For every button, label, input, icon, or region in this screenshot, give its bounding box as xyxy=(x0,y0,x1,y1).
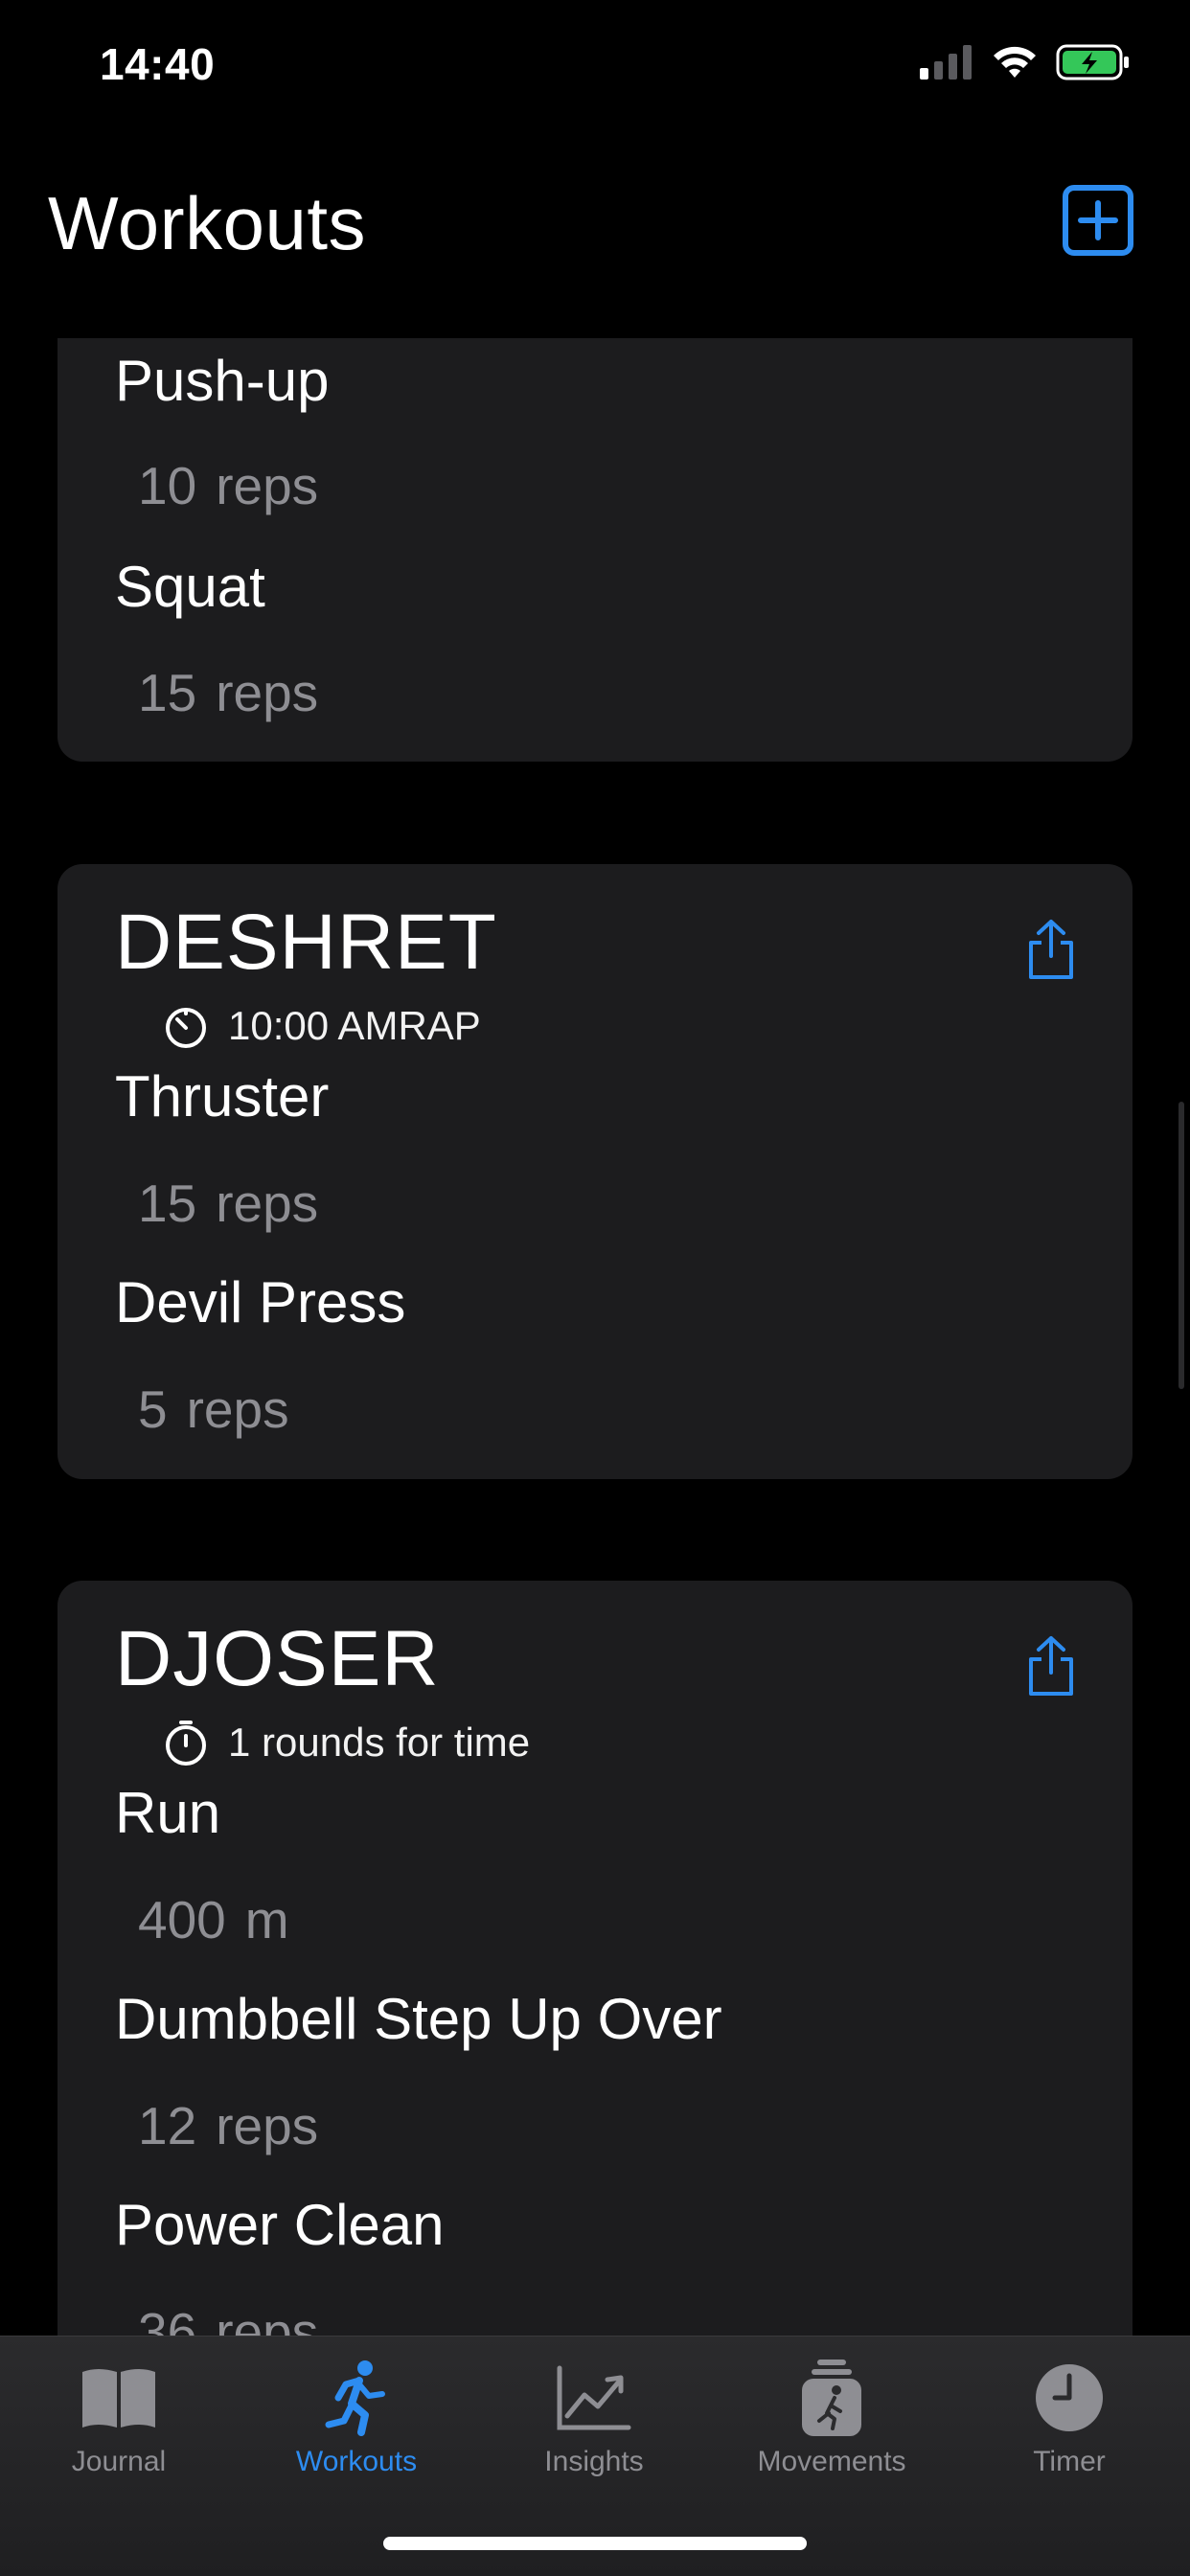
add-workout-button[interactable] xyxy=(1062,184,1134,257)
tab-label: Insights xyxy=(544,2446,644,2477)
home-indicator[interactable] xyxy=(383,2537,807,2550)
share-button[interactable] xyxy=(1023,918,1079,981)
cellular-signal-icon xyxy=(920,45,972,80)
movement-amount: 15 reps xyxy=(138,1174,319,1233)
tab-workouts[interactable]: Workouts xyxy=(251,2356,462,2478)
movement-name: Dumbbell Step Up Over xyxy=(115,1987,722,2051)
navigation-header: Workouts xyxy=(0,134,1190,335)
movement-name: Devil Press xyxy=(115,1270,406,1334)
movement-name: Run xyxy=(115,1781,221,1845)
kettlebell-icon xyxy=(802,2359,861,2436)
tab-label: Movements xyxy=(757,2446,906,2477)
plus-square-icon xyxy=(1063,185,1133,256)
movement-amount: 5 reps xyxy=(138,1379,289,1439)
tab-movements[interactable]: Movements xyxy=(726,2356,937,2478)
movement-name: Power Clean xyxy=(115,2193,445,2257)
wifi-icon xyxy=(994,46,1036,78)
workout-meta: 10:00 AMRAP xyxy=(163,1003,481,1049)
tab-label: Workouts xyxy=(295,2446,418,2477)
battery-charging-icon xyxy=(1056,44,1129,80)
stopwatch-icon xyxy=(166,1721,206,1766)
tab-timer[interactable]: Timer xyxy=(964,2356,1175,2478)
workout-format: 1 rounds for time xyxy=(228,1720,531,1765)
movement-amount: 36 reps xyxy=(138,2302,319,2336)
workout-card[interactable]: DESHRET 10:00 AMRAP Thruster 15 reps Devi… xyxy=(57,864,1133,1479)
tab-insights[interactable]: Insights xyxy=(489,2356,699,2478)
page-title: Workouts xyxy=(48,181,366,265)
movement-name: Squat xyxy=(115,555,265,619)
workout-card[interactable]: Push-up 10 reps Squat 15 reps xyxy=(57,338,1133,762)
movement-amount: 10 reps xyxy=(138,456,319,515)
share-icon xyxy=(1029,1636,1073,1696)
workouts-list[interactable]: Push-up 10 reps Squat 15 reps DESHRET 10:0… xyxy=(0,338,1190,2336)
workout-format: 10:00 AMRAP xyxy=(228,1003,481,1048)
tab-journal[interactable]: Journal xyxy=(13,2356,224,2478)
scroll-indicator[interactable] xyxy=(1179,1102,1184,1389)
status-icons xyxy=(920,44,1131,80)
share-button[interactable] xyxy=(1023,1634,1079,1698)
tab-label: Timer xyxy=(1033,2446,1106,2477)
tab-label: Journal xyxy=(71,2446,167,2477)
share-icon xyxy=(1029,920,1073,979)
movement-amount: 400 m xyxy=(138,1890,289,1949)
timer-icon xyxy=(166,1008,206,1048)
status-bar: 14:40 xyxy=(0,0,1190,134)
workout-card[interactable]: DJOSER 1 rounds for time Run 400 m Dumbbe… xyxy=(57,1581,1133,2336)
workout-meta: 1 rounds for time xyxy=(163,1720,530,1766)
movement-name: Thruster xyxy=(115,1064,330,1128)
movement-name: Push-up xyxy=(115,349,330,413)
workout-title: DJOSER xyxy=(115,1615,440,1702)
running-person-icon xyxy=(325,2360,385,2436)
movement-amount: 15 reps xyxy=(138,663,319,722)
workout-title: DESHRET xyxy=(115,899,497,986)
movement-amount: 12 reps xyxy=(138,2096,319,2155)
book-icon xyxy=(82,2369,155,2428)
status-time: 14:40 xyxy=(100,39,216,89)
clock-icon xyxy=(1036,2364,1103,2431)
chart-line-icon xyxy=(557,2365,631,2430)
